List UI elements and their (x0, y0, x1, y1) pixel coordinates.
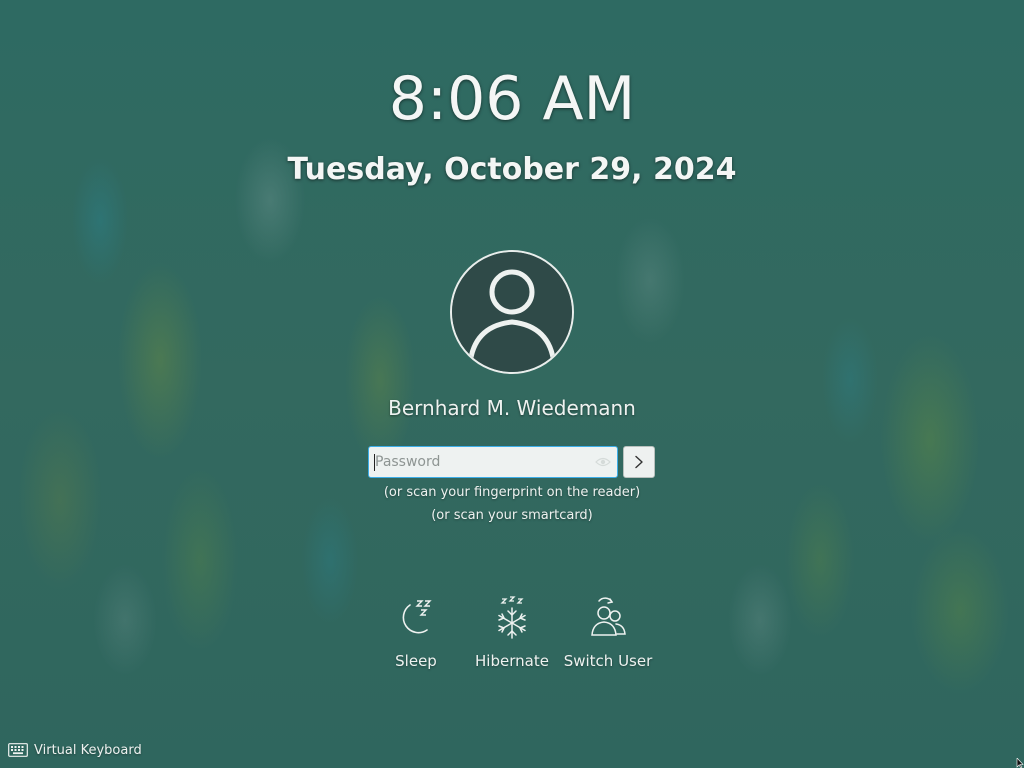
fingerprint-hint: (or scan your fingerprint on the reader) (383, 485, 641, 500)
lock-screen: 8:06 AM Tuesday, October 29, 2024 Bernha… (0, 0, 1024, 768)
keyboard-icon (8, 743, 28, 757)
moon-sleep-icon (402, 600, 432, 634)
hibernate-button[interactable]: Hibernate (464, 596, 560, 670)
switch-user-button[interactable]: Switch User (560, 596, 656, 670)
sleep-label: Sleep (395, 652, 437, 670)
mouse-cursor-icon (1016, 758, 1024, 768)
switch-user-label: Switch User (563, 652, 653, 670)
password-input[interactable] (369, 447, 591, 477)
text-caret (374, 454, 375, 471)
hibernate-label: Hibernate (475, 652, 549, 670)
virtual-keyboard-button[interactable]: Virtual Keyboard (8, 740, 142, 760)
snowflake-hibernate-icon (498, 596, 526, 639)
virtual-keyboard-label: Virtual Keyboard (34, 742, 142, 758)
sleep-button[interactable]: Sleep (368, 596, 464, 670)
switch-user-icon (591, 597, 626, 636)
password-field[interactable] (368, 446, 618, 478)
eye-icon[interactable] (595, 455, 611, 469)
clock-time: 8:06 AM (388, 64, 636, 134)
user-name: Bernhard M. Wiedemann (388, 396, 636, 420)
user-silhouette-icon (452, 252, 572, 372)
user-avatar[interactable] (450, 250, 574, 374)
login-submit-button[interactable] (623, 446, 655, 478)
clock-date: Tuesday, October 29, 2024 (287, 152, 737, 187)
smartcard-hint: (or scan your smartcard) (431, 508, 593, 523)
chevron-right-icon (635, 455, 643, 469)
